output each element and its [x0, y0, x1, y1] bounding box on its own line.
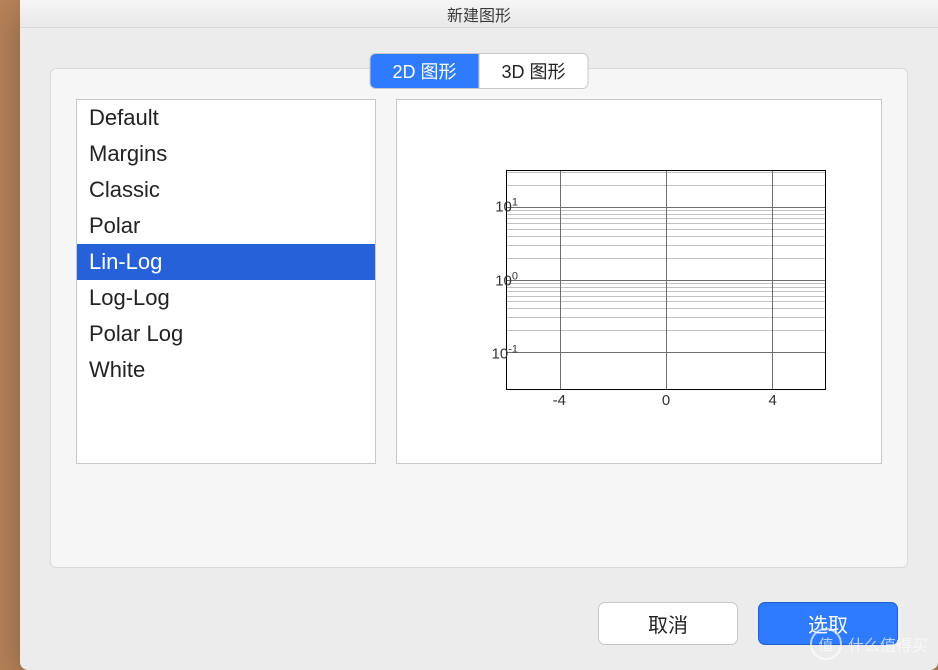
list-item[interactable]: Log-Log — [77, 280, 375, 316]
tab-3d[interactable]: 3D 图形 — [480, 54, 588, 88]
watermark-label: 什么值得买 — [848, 632, 928, 656]
list-item[interactable]: Default — [77, 100, 375, 136]
dialog-title: 新建图形 — [20, 0, 938, 28]
x-tick-label: -4 — [553, 392, 566, 409]
watermark: 值 什么值得买 — [810, 628, 928, 660]
tab-bar: 2D 图形 3D 图形 — [369, 53, 588, 89]
inner-panel: DefaultMarginsClassicPolarLin-LogLog-Log… — [51, 69, 907, 567]
x-tick-label: 0 — [662, 392, 670, 409]
x-tick-label: 4 — [768, 392, 776, 409]
y-tick-label: 100 — [495, 270, 518, 289]
list-item[interactable]: Margins — [77, 136, 375, 172]
list-item[interactable]: Polar Log — [77, 316, 375, 352]
list-item[interactable]: Lin-Log — [77, 244, 375, 280]
watermark-icon: 值 — [810, 628, 842, 660]
content-frame: 2D 图形 3D 图形 DefaultMarginsClassicPolarLi… — [50, 68, 908, 568]
preview-panel: 10-1 100 101 -4 0 4 — [396, 99, 882, 464]
tab-2d[interactable]: 2D 图形 — [370, 54, 479, 88]
y-tick-label: 101 — [495, 197, 518, 216]
list-item[interactable]: Classic — [77, 172, 375, 208]
chart-axes — [506, 170, 826, 390]
template-listbox[interactable]: DefaultMarginsClassicPolarLin-LogLog-Log… — [76, 99, 376, 464]
list-item[interactable]: White — [77, 352, 375, 388]
dialog-window: 新建图形 2D 图形 3D 图形 DefaultMarginsClassicPo… — [20, 0, 938, 670]
chart-preview: 10-1 100 101 -4 0 4 — [434, 142, 844, 422]
y-tick-label: 10-1 — [492, 343, 518, 362]
cancel-button[interactable]: 取消 — [598, 602, 738, 645]
list-item[interactable]: Polar — [77, 208, 375, 244]
